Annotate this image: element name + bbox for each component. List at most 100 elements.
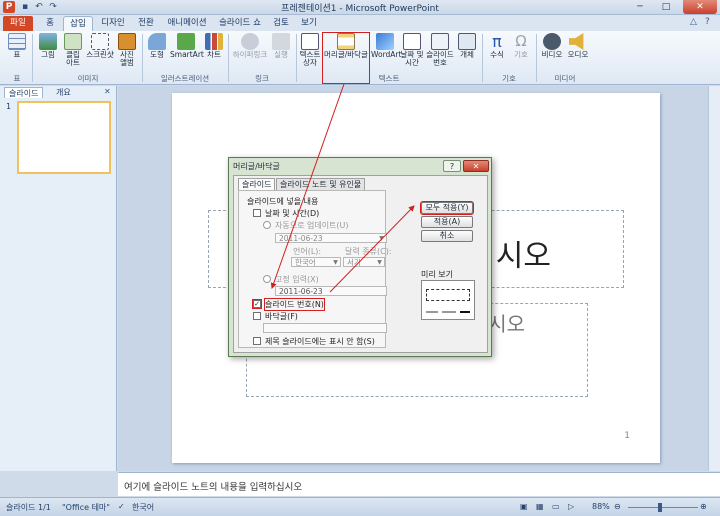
film-icon — [543, 33, 561, 50]
slide-number-checkbox[interactable]: ✓ — [252, 299, 262, 309]
smartart-button[interactable]: SmartArt — [170, 33, 204, 59]
wordart-button[interactable]: WordArt — [371, 33, 401, 59]
tab-animations[interactable]: 애니메이션 — [162, 16, 212, 31]
omega-icon: Ω — [515, 32, 527, 50]
status-bar: 슬라이드 1/1 "Office 테마" ✓ 한국어 ▣ ▦ ▭ ▷ 88% ⊖… — [0, 497, 720, 516]
slide-number-button[interactable]: 슬라이드 번호 — [425, 33, 455, 67]
action-icon — [272, 33, 290, 50]
group-label-illustrations: 일러스트레이션 — [160, 74, 210, 83]
window-title: 프레젠테이션1 - Microsoft PowerPoint — [281, 4, 439, 14]
tab-slides[interactable]: 슬라이드 — [4, 87, 44, 98]
slide-sorter-icon[interactable]: ▦ — [536, 502, 544, 511]
preview-label: 미리 보기 — [421, 270, 453, 279]
dialog-close-button[interactable]: ✕ — [463, 160, 489, 172]
zoom-out-icon[interactable]: ⊖ — [614, 502, 621, 511]
close-pane-icon[interactable]: ✕ — [104, 87, 111, 96]
symbol-button[interactable]: Ω 기호 — [510, 33, 532, 59]
status-theme[interactable]: "Office 테마" — [62, 502, 110, 513]
zoom-slider-thumb[interactable] — [658, 503, 662, 512]
header-footer-icon — [337, 33, 355, 50]
normal-view-icon[interactable]: ▣ — [520, 502, 528, 511]
apply-button[interactable]: 적용(A) — [421, 216, 473, 228]
auto-date-select[interactable]: 2011-06-23 ▼ — [275, 233, 387, 243]
subtitle-placeholder-text: 시오 — [488, 312, 525, 336]
screenshot-button[interactable]: 스크린샷 — [86, 33, 114, 59]
title-slide-checkbox[interactable] — [253, 337, 261, 345]
tab-design[interactable]: 디자인 — [96, 16, 130, 31]
maximize-button[interactable]: □ — [654, 0, 678, 14]
dialog-body: 슬라이드 슬라이드 노트 및 유인물 슬라이드에 넣을 내용 날짜 및 시간(D… — [233, 175, 488, 353]
photo-album-icon — [118, 33, 136, 50]
title-placeholder-text: 시오 — [495, 239, 551, 274]
pi-icon: π — [492, 32, 502, 51]
auto-update-radio[interactable] — [263, 221, 271, 229]
spellcheck-icon[interactable]: ✓ — [118, 502, 125, 511]
date-time-checkbox[interactable] — [253, 209, 261, 217]
ribbon: 표 그림 클립 아트 스크린샷 사진 앨범 도형 SmartArt 차트 하이퍼… — [0, 31, 720, 85]
clipart-icon — [64, 33, 82, 50]
slide-tab-panel: 슬라이드에 넣을 내용 날짜 및 시간(D) 자동으로 업데이트(U) 2011… — [238, 190, 392, 348]
chevron-down-icon: ▼ — [333, 259, 338, 266]
chevron-down-icon: ▼ — [379, 235, 384, 242]
chart-button[interactable]: 차트 — [204, 33, 224, 59]
close-button[interactable]: ✕ — [683, 0, 717, 14]
fixed-date-input[interactable]: 2011-06-23 — [275, 286, 387, 296]
tab-file[interactable]: 파일 — [3, 16, 33, 31]
shapes-button[interactable]: 도형 — [146, 33, 168, 59]
header-footer-dialog: 머리글/바닥글 ? ✕ 슬라이드 슬라이드 노트 및 유인물 슬라이드에 넣을 … — [228, 157, 492, 357]
status-zoom[interactable]: 88% — [592, 502, 610, 511]
tab-outline[interactable]: 개요 — [52, 87, 75, 98]
auto-update-label: 자동으로 업데이트(U) — [275, 221, 349, 230]
group-label-links: 링크 — [255, 74, 269, 83]
cancel-button[interactable]: 취소 — [421, 230, 473, 242]
dialog-help-button[interactable]: ? — [443, 160, 461, 172]
clipart-button[interactable]: 클립 아트 — [62, 33, 84, 67]
reading-view-icon[interactable]: ▭ — [552, 502, 560, 511]
table-button[interactable]: 표 — [6, 33, 28, 59]
slide-thumbnail[interactable] — [17, 101, 111, 174]
wordart-icon — [376, 33, 394, 50]
object-icon — [458, 33, 476, 50]
textbox-button[interactable]: 텍스트 상자 — [298, 33, 322, 67]
object-button[interactable]: 개체 — [456, 33, 478, 59]
notes-pane[interactable]: 여기에 슬라이드 노트의 내용을 입력하십시오 — [118, 472, 720, 496]
photo-album-button[interactable]: 사진 앨범 — [116, 33, 138, 67]
notes-placeholder: 여기에 슬라이드 노트의 내용을 입력하십시오 — [124, 482, 303, 493]
slides-pane: 슬라이드 개요 ✕ 1 — [0, 86, 117, 471]
zoom-in-icon[interactable]: ⊕ — [700, 502, 707, 511]
minimize-button[interactable]: ─ — [628, 0, 652, 14]
footer-input[interactable] — [263, 323, 387, 333]
date-time-button[interactable]: 날짜 및 시간 — [400, 33, 424, 67]
status-language[interactable]: 한국어 — [132, 502, 154, 513]
apply-all-button[interactable]: 모두 적용(Y) — [420, 201, 474, 215]
hyperlink-button[interactable]: 하이퍼링크 — [232, 33, 268, 59]
equation-button[interactable]: π 수식 — [486, 33, 508, 59]
language-select[interactable]: 한국어 ▼ — [291, 257, 341, 267]
slideshow-icon[interactable]: ▷ — [568, 502, 574, 511]
footer-checkbox[interactable] — [253, 312, 261, 320]
calendar-select[interactable]: 서기 ▼ — [343, 257, 385, 267]
audio-button[interactable]: 오디오 — [566, 33, 590, 59]
tab-slideshow[interactable]: 슬라이드 쇼 — [214, 16, 266, 31]
table-icon — [8, 33, 26, 50]
hyperlink-icon — [241, 33, 259, 50]
vertical-scrollbar[interactable] — [708, 86, 720, 471]
tab-review[interactable]: 검토 — [268, 16, 294, 31]
tab-view[interactable]: 보기 — [296, 16, 322, 31]
language-label: 언어(L): — [293, 247, 322, 256]
dialog-tab-slide[interactable]: 슬라이드 — [238, 178, 276, 190]
minimize-ribbon-icon[interactable]: △ — [690, 17, 697, 27]
dialog-tab-notes-handouts[interactable]: 슬라이드 노트 및 유인물 — [276, 178, 366, 190]
tab-transitions[interactable]: 전환 — [132, 16, 160, 31]
picture-button[interactable]: 그림 — [36, 33, 60, 59]
tab-home[interactable]: 홈 — [38, 16, 62, 31]
zoom-slider[interactable] — [628, 507, 698, 508]
ribbon-tabs: 파일 홈 삽입 디자인 전환 애니메이션 슬라이드 쇼 검토 보기 △ ? — [0, 15, 720, 31]
tab-insert[interactable]: 삽입 — [63, 16, 93, 31]
action-button[interactable]: 실행 — [270, 33, 292, 59]
help-icon[interactable]: ? — [705, 17, 710, 27]
video-button[interactable]: 비디오 — [540, 33, 564, 59]
title-bar: P ▪ ↶ ↷ 프레젠테이션1 - Microsoft PowerPoint ─… — [0, 0, 720, 15]
preview-body — [426, 289, 470, 301]
fixed-radio[interactable] — [263, 275, 271, 283]
